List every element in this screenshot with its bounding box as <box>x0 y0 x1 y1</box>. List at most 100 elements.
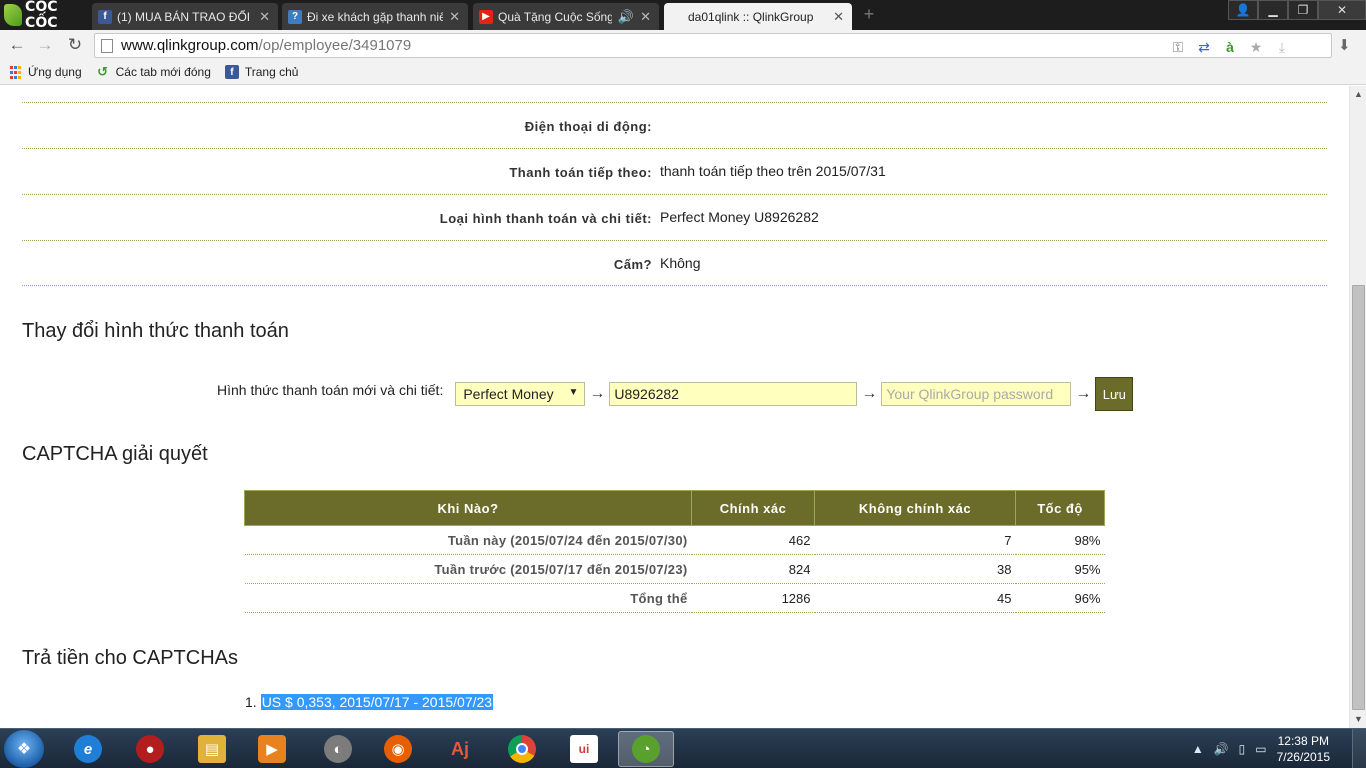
taskbar-unikey[interactable]: ui <box>556 731 612 767</box>
clock-date: 7/26/2015 <box>1276 750 1330 764</box>
taskbar-coccoc[interactable]: ◔ <box>618 731 674 767</box>
scroll-down-icon[interactable]: ▼ <box>1350 711 1366 728</box>
user-icon[interactable]: 👤 <box>1228 0 1258 20</box>
media-player-icon: ▶ <box>258 735 286 763</box>
scrollbar-thumb[interactable] <box>1352 285 1365 710</box>
list-item[interactable]: US $ 0,353, 2015/07/17 - 2015/07/23 <box>260 694 494 710</box>
tab-title: Đi xe khách gặp thanh niê <box>307 9 444 24</box>
tab-youtube[interactable]: ▶ Quà Tặng Cuộc Sống - 🔊 ✕ <box>473 3 659 30</box>
taskbar-gray-app[interactable]: ◐ <box>310 731 366 767</box>
tab-question-site[interactable]: ? Đi xe khách gặp thanh niê ✕ <box>282 3 468 30</box>
tab-qlinkgroup[interactable]: da01qlink :: QlinkGroup ✕ <box>664 3 852 30</box>
coccoc-logo[interactable]: CỐC CỐC <box>0 0 88 31</box>
info-value <box>652 103 660 148</box>
red-character-icon: ● <box>136 735 164 763</box>
page-scrollbar[interactable]: ▲ ▼ <box>1349 86 1366 728</box>
back-button[interactable]: ← <box>6 35 28 55</box>
vietnamese-input-icon[interactable]: à <box>1221 39 1239 56</box>
cell-incorrect: 7 <box>814 525 1016 555</box>
facebook-icon: f <box>98 9 112 24</box>
bookmark-recent-tabs[interactable]: ↺ Các tab mới đóng <box>96 64 211 79</box>
new-tab-button[interactable]: + <box>860 5 878 23</box>
folder-icon: ▤ <box>198 735 226 763</box>
system-tray: ▲ 🔊 ▯ ▭ 12:38 PM 7/26/2015 <box>1192 729 1366 768</box>
cell-incorrect: 45 <box>814 583 1016 613</box>
arrow-icon: → <box>589 385 606 402</box>
tab-title: (1) MUA BÁN TRAO ĐỔI W <box>117 9 254 24</box>
taskbar-ie[interactable]: e <box>60 731 116 767</box>
taskbar-media-player[interactable]: ▶ <box>244 731 300 767</box>
reload-button[interactable]: ↻ <box>64 35 86 55</box>
close-icon[interactable]: ✕ <box>640 9 651 25</box>
close-icon[interactable]: ✕ <box>259 9 270 25</box>
windows-logo-icon: ❖ <box>16 741 32 758</box>
address-bar[interactable]: www.qlinkgroup.com /op/employee/3491079 … <box>94 33 1332 58</box>
taskbar-explorer[interactable]: ▤ <box>184 731 240 767</box>
show-desktop-button[interactable] <box>1352 729 1366 768</box>
info-label: Điện thoại di động: <box>524 119 652 134</box>
show-hidden-icons-icon[interactable]: ▲ <box>1192 742 1204 756</box>
table-header-row: Khi Nào? Chính xác Không chính xác Tốc đ… <box>244 490 1105 526</box>
close-icon[interactable]: ✕ <box>449 9 460 25</box>
firefox-icon: ◉ <box>384 735 412 763</box>
coccoc-icon: ◔ <box>632 735 660 763</box>
tab-title: da01qlink :: QlinkGroup <box>688 9 814 24</box>
info-label: Loại hình thanh toán và chi tiết: <box>439 211 652 226</box>
bookmark-label: Trang chủ <box>244 65 299 79</box>
savefrom-icon[interactable]: ⤓ <box>1273 39 1291 56</box>
tab-facebook[interactable]: f (1) MUA BÁN TRAO ĐỔI W ✕ <box>92 3 278 30</box>
star-icon[interactable]: ★ <box>1247 39 1265 56</box>
table-row: Tuần này (2015/07/24 đến 2015/07/30) 462… <box>244 525 1105 555</box>
coccoc-logo-icon <box>4 4 23 26</box>
cell-when: Tổng thể <box>244 583 692 613</box>
list-item-number: 1. <box>245 694 257 710</box>
captcha-heading: CAPTCHA giải quyết <box>22 443 208 465</box>
table-row: Tổng thể 1286 45 96% <box>244 583 1105 613</box>
speaker-icon[interactable]: 🔊 <box>618 9 634 25</box>
payment-details-value: U8926282 <box>614 386 679 402</box>
password-placeholder: Your QlinkGroup password <box>886 386 1054 402</box>
start-button[interactable]: ❖ <box>4 730 44 768</box>
close-window-button[interactable]: ✕ <box>1318 0 1366 20</box>
aj-app-icon: Aj <box>451 738 469 759</box>
forward-button[interactable]: → <box>34 35 56 55</box>
taskbar-aj-app[interactable]: Aj <box>432 731 488 767</box>
gray-app-icon: ◐ <box>324 735 352 763</box>
device-icon[interactable]: ▯ <box>1239 742 1246 756</box>
column-header-correct: Chính xác <box>691 490 815 526</box>
page-viewport: Điện thoại di động: Thanh toán tiếp theo… <box>0 86 1349 728</box>
cell-when: Tuần này (2015/07/24 đến 2015/07/30) <box>244 525 692 555</box>
arrow-icon: → <box>1075 385 1092 402</box>
password-input[interactable]: Your QlinkGroup password <box>881 382 1072 406</box>
payment-details-input[interactable]: U8926282 <box>609 382 858 406</box>
taskbar-red-app[interactable]: ● <box>122 731 178 767</box>
payment-method-select[interactable]: Perfect Money ▼ <box>455 382 586 406</box>
info-row: Cấm? Không <box>22 240 1327 286</box>
key-icon[interactable]: ⚿ <box>1169 39 1187 56</box>
taskbar-clock[interactable]: 12:38 PM 7/26/2015 <box>1277 733 1330 765</box>
network-icon[interactable]: ▭ <box>1255 742 1266 756</box>
tab-title: Quà Tặng Cuộc Sống - <box>498 9 612 24</box>
bookmark-facebook[interactable]: f Trang chủ <box>224 65 299 79</box>
bookmark-apps[interactable]: Ứng dụng <box>8 65 82 79</box>
clock-time: 12:38 PM <box>1277 734 1329 748</box>
translate-icon[interactable]: ⇄ <box>1195 39 1213 56</box>
internet-explorer-icon: e <box>74 735 102 763</box>
payments-list: 1. US $ 0,353, 2015/07/17 - 2015/07/23 <box>245 694 494 710</box>
cell-when: Tuần trước (2015/07/17 đến 2015/07/23) <box>244 554 692 584</box>
taskbar-firefox[interactable]: ◉ <box>370 731 426 767</box>
minimize-button[interactable]: ▁ <box>1258 0 1288 20</box>
taskbar-chrome[interactable] <box>494 731 550 767</box>
close-icon[interactable]: ✕ <box>833 9 844 25</box>
question-site-icon: ? <box>288 9 302 24</box>
payment-method-value: Perfect Money <box>463 386 554 402</box>
download-icon[interactable]: ⬇ <box>1338 36 1358 56</box>
bookmarks-bar: Ứng dụng ↺ Các tab mới đóng f Trang chủ <box>0 60 1366 85</box>
save-button[interactable]: Lưu <box>1095 377 1134 411</box>
cell-correct: 1286 <box>691 583 815 613</box>
recent-tabs-icon: ↺ <box>97 64 109 79</box>
payment-change-heading: Thay đổi hình thức thanh toán <box>22 320 289 342</box>
volume-icon[interactable]: 🔊 <box>1214 742 1229 756</box>
scroll-up-icon[interactable]: ▲ <box>1350 86 1366 103</box>
restore-button[interactable]: ❐ <box>1288 0 1318 20</box>
